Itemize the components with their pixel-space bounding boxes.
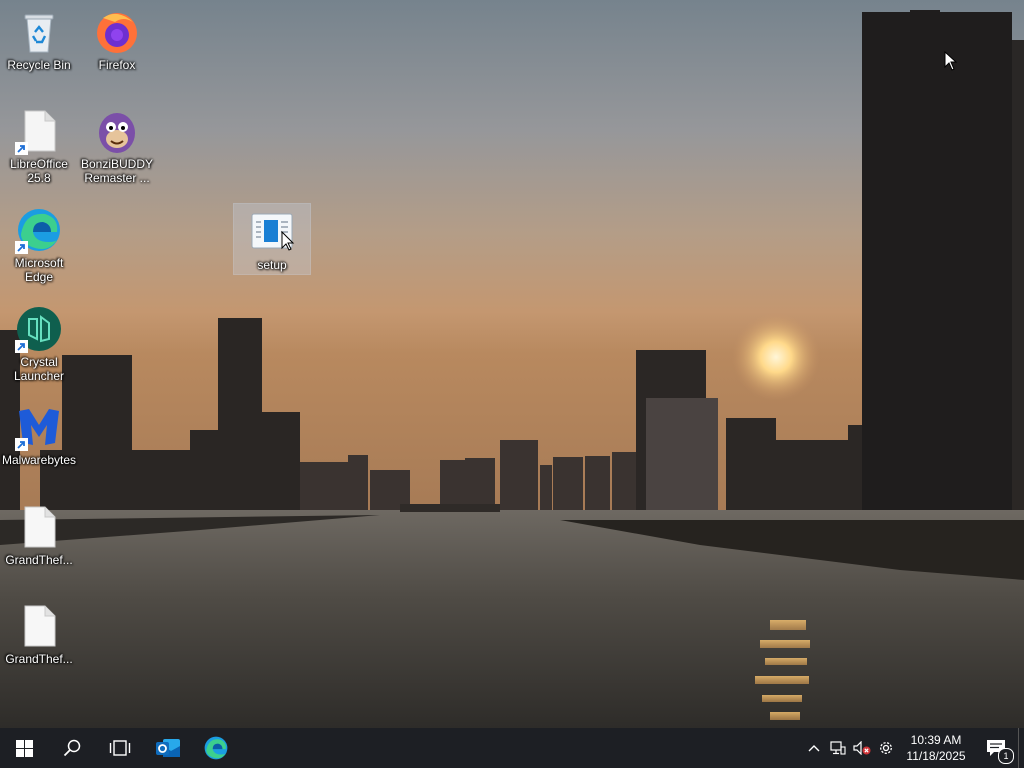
malwarebytes-icon	[15, 403, 63, 451]
shortcut-arrow-icon	[15, 340, 28, 353]
desktop-icon-label: Recycle Bin	[7, 58, 71, 72]
volume-button[interactable]	[850, 728, 874, 768]
task-view-button[interactable]	[96, 728, 144, 768]
search-button[interactable]	[48, 728, 96, 768]
show-hidden-icons-button[interactable]	[802, 728, 826, 768]
settings-button[interactable]	[874, 728, 898, 768]
desktop-icon-label: LibreOffice 25.8	[10, 157, 68, 185]
outlook-icon	[156, 739, 180, 757]
firefox-icon	[93, 8, 141, 56]
file-icon	[15, 503, 63, 551]
network-button[interactable]	[826, 728, 850, 768]
desktop-icon-label: Crystal Launcher	[13, 355, 65, 383]
recycle-bin-icon	[15, 8, 63, 56]
settings-gear-icon	[880, 742, 892, 754]
start-icon	[15, 739, 33, 757]
crystal-launcher-icon	[15, 305, 63, 353]
desktop-icon-microsoft-edge[interactable]: Microsoft Edge	[1, 202, 77, 284]
edge-icon	[204, 736, 228, 760]
clock-date: 11/18/2025	[906, 749, 966, 763]
desktop-icon-libreoffice[interactable]: LibreOffice 25.8	[1, 103, 77, 185]
volume-muted-icon	[853, 741, 871, 755]
desktop-icon-malwarebytes[interactable]: Malwarebytes	[1, 399, 77, 467]
libreoffice-icon	[15, 107, 63, 155]
bonzibuddy-icon	[93, 107, 141, 155]
shortcut-arrow-icon	[15, 241, 28, 254]
mouse-cursor-icon	[944, 51, 958, 71]
setup-icon	[248, 208, 296, 256]
desktop-icon-setup[interactable]: setup	[233, 203, 311, 275]
network-icon	[830, 741, 846, 755]
desktop-icon-label: Microsoft Edge	[14, 256, 64, 284]
desktop-icon-label: setup	[257, 258, 287, 272]
edge-icon	[15, 206, 63, 254]
desktop-icon-grandthef-1[interactable]: GrandThef...	[1, 499, 77, 567]
desktop-icon-grandthef-2[interactable]: GrandThef...	[1, 598, 77, 666]
desktop-icon-bonzibuddy[interactable]: BonziBUDDY Remaster ...	[79, 103, 155, 185]
desktop[interactable]: Recycle Bin Firefox LibreOffice 25.8 Bon…	[0, 0, 1024, 728]
clock[interactable]: 10:39 AM 11/18/2025	[898, 728, 974, 768]
action-center-button[interactable]: 1	[974, 728, 1018, 768]
taskbar-outlook[interactable]	[144, 728, 192, 768]
desktop-icon-label: Malwarebytes	[1, 453, 77, 467]
shortcut-arrow-icon	[15, 142, 28, 155]
desktop-icon-label: GrandThef...	[5, 553, 73, 567]
desktop-icon-label: GrandThef...	[5, 652, 73, 666]
chevron-up-icon	[808, 745, 820, 752]
desktop-icon-recycle-bin[interactable]: Recycle Bin	[1, 4, 77, 72]
desktop-icon-label: BonziBUDDY Remaster ...	[80, 157, 154, 185]
system-tray: 10:39 AM 11/18/2025 1	[802, 728, 1024, 768]
search-icon	[63, 739, 81, 757]
desktop-icon-label: Firefox	[98, 58, 136, 72]
taskbar-edge[interactable]	[192, 728, 240, 768]
clock-time: 10:39 AM	[910, 733, 962, 747]
file-icon	[15, 602, 63, 650]
start-button[interactable]	[0, 728, 48, 768]
show-desktop-button[interactable]	[1018, 728, 1024, 768]
notification-count-badge: 1	[998, 748, 1014, 764]
desktop-icon-firefox[interactable]: Firefox	[79, 4, 155, 72]
shortcut-arrow-icon	[15, 438, 28, 451]
task-view-icon	[109, 740, 131, 756]
desktop-icon-crystal-launcher[interactable]: Crystal Launcher	[1, 301, 77, 383]
taskbar: 10:39 AM 11/18/2025 1	[0, 728, 1024, 768]
